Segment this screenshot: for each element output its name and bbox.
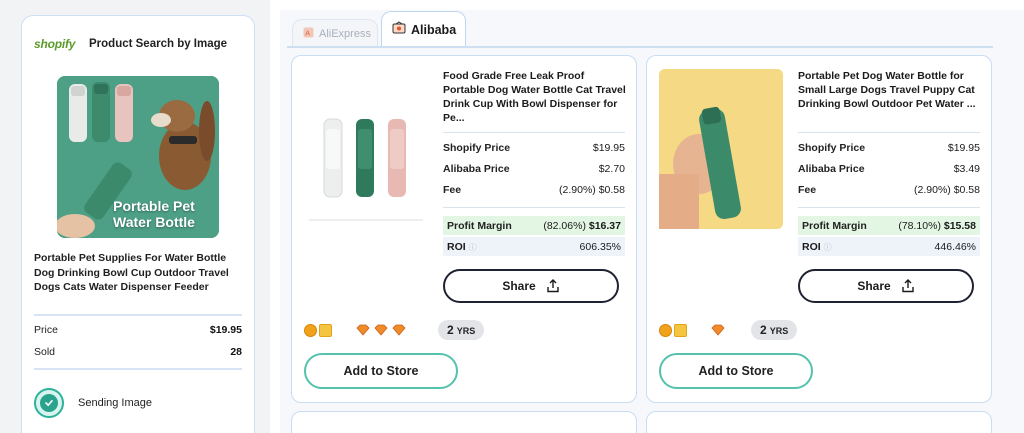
- fee-label: Fee: [443, 184, 462, 196]
- years-badge: 2 YRS: [751, 320, 798, 340]
- tab-label: AliExpress: [319, 27, 371, 40]
- shopify-price-label: Shopify Price: [798, 142, 866, 154]
- add-to-store-button[interactable]: Add to Store: [304, 353, 458, 389]
- shopify-price-row: Shopify Price $19.95: [798, 142, 980, 154]
- profit-margin-row: Profit Margin (78.10%) $15.58: [798, 216, 980, 235]
- sold-row: Sold 28: [34, 346, 242, 358]
- profit-value: $15.58: [943, 219, 976, 232]
- alibaba-price-row: Alibaba Price $2.70: [443, 163, 625, 175]
- price-row: Price $19.95: [34, 324, 242, 336]
- supplier-badges: 2 YRS: [659, 320, 798, 340]
- alibaba-price-label: Alibaba Price: [798, 163, 865, 175]
- result-card: Food Grade Free Leak Proof Portable Dog …: [291, 55, 637, 403]
- shopify-price-row: Shopify Price $19.95: [443, 142, 625, 154]
- roi-label: ROI: [447, 240, 466, 253]
- profit-percent: (78.10%): [898, 219, 941, 232]
- sold-label: Sold: [34, 346, 56, 358]
- fee-row: Fee (2.90%) $0.58: [443, 184, 625, 196]
- result-card-partial: [646, 411, 992, 433]
- gold-medal-icon: [659, 323, 672, 337]
- years-unit: YRS: [769, 326, 789, 336]
- divider: [443, 207, 625, 208]
- fee-row: Fee (2.90%) $0.58: [798, 184, 980, 196]
- sending-status: Sending Image: [34, 388, 152, 418]
- years-unit: YRS: [456, 326, 476, 336]
- panel-title: Product Search by Image: [89, 38, 228, 50]
- divider: [443, 132, 625, 133]
- share-button[interactable]: Share: [443, 269, 619, 303]
- years-number: 2: [760, 323, 767, 337]
- diamond-rating: [356, 324, 406, 336]
- tab-label: Alibaba: [411, 22, 457, 37]
- add-to-store-button[interactable]: Add to Store: [659, 353, 813, 389]
- status-label: Sending Image: [78, 397, 152, 409]
- profit-value: $16.37: [588, 219, 621, 232]
- result-product-image: [304, 69, 428, 229]
- diamond-rating: [711, 324, 725, 336]
- check-circle-icon: [34, 388, 64, 418]
- profit-margin-row: Profit Margin (82.06%) $16.37: [443, 216, 625, 235]
- share-icon: [901, 279, 915, 293]
- verified-badge-icon: [674, 323, 687, 337]
- gold-medal-icon: [304, 323, 317, 337]
- alibaba-price-row: Alibaba Price $3.49: [798, 163, 980, 175]
- divider: [798, 207, 980, 208]
- verified-badge-icon: [319, 323, 332, 337]
- svg-text:A: A: [305, 29, 310, 37]
- supplier-badges: 2 YRS: [304, 320, 485, 340]
- diamond-icon: [392, 324, 406, 336]
- alibaba-price-label: Alibaba Price: [443, 163, 510, 175]
- roi-value: 446.46%: [934, 240, 976, 253]
- image-caption: Portable Pet Water Bottle: [113, 198, 195, 230]
- years-number: 2: [447, 323, 454, 337]
- source-product-name: Portable Pet Supplies For Water Bottle D…: [34, 252, 229, 293]
- result-title[interactable]: Food Grade Free Leak Proof Portable Dog …: [443, 69, 627, 125]
- share-icon: [546, 279, 560, 293]
- source-product-image: Portable Pet Water Bottle: [57, 76, 219, 238]
- diamond-icon: [374, 324, 388, 336]
- share-button[interactable]: Share: [798, 269, 974, 303]
- profit-percent: (82.06%): [543, 219, 586, 232]
- profit-label: Profit Margin: [447, 219, 512, 232]
- divider: [798, 132, 980, 133]
- fee-value: (2.90%) $0.58: [914, 184, 980, 196]
- price-label: Price: [34, 324, 58, 336]
- result-card: Portable Pet Dog Water Bottle for Small …: [646, 55, 992, 403]
- alibaba-price-value: $3.49: [953, 163, 980, 175]
- info-icon[interactable]: ⓘ: [824, 243, 832, 252]
- share-label: Share: [857, 279, 891, 293]
- result-product-image: [659, 69, 783, 229]
- roi-value: 606.35%: [579, 240, 621, 253]
- diamond-icon: [356, 324, 370, 336]
- shopify-price-value: $19.95: [592, 142, 625, 154]
- price-value: $19.95: [209, 324, 242, 336]
- roi-label: ROI: [802, 240, 821, 253]
- shopify-price-value: $19.95: [947, 142, 980, 154]
- tab-aliexpress[interactable]: A AliExpress: [292, 19, 378, 47]
- divider: [34, 314, 242, 316]
- result-title[interactable]: Portable Pet Dog Water Bottle for Small …: [798, 69, 982, 111]
- roi-row: ROI ⓘ 606.35%: [443, 237, 625, 256]
- info-icon[interactable]: ⓘ: [469, 243, 477, 252]
- search-by-image-panel: shopify Product Search by Image Portable…: [21, 15, 255, 433]
- diamond-icon: [711, 324, 725, 336]
- profit-label: Profit Margin: [802, 219, 867, 232]
- years-badge: 2 YRS: [438, 320, 485, 340]
- aliexpress-icon: A: [303, 27, 314, 41]
- divider: [34, 368, 242, 370]
- alibaba-icon: [392, 21, 406, 38]
- result-card-partial: [291, 411, 637, 433]
- sold-value: 28: [230, 346, 242, 358]
- fee-value: (2.90%) $0.58: [559, 184, 625, 196]
- share-label: Share: [502, 279, 536, 293]
- tabs-underline: [287, 46, 993, 48]
- tab-alibaba[interactable]: Alibaba: [381, 11, 466, 47]
- roi-row: ROI ⓘ 446.46%: [798, 237, 980, 256]
- alibaba-price-value: $2.70: [598, 163, 625, 175]
- fee-label: Fee: [798, 184, 817, 196]
- shopify-logo: shopify: [34, 37, 76, 51]
- shopify-price-label: Shopify Price: [443, 142, 511, 154]
